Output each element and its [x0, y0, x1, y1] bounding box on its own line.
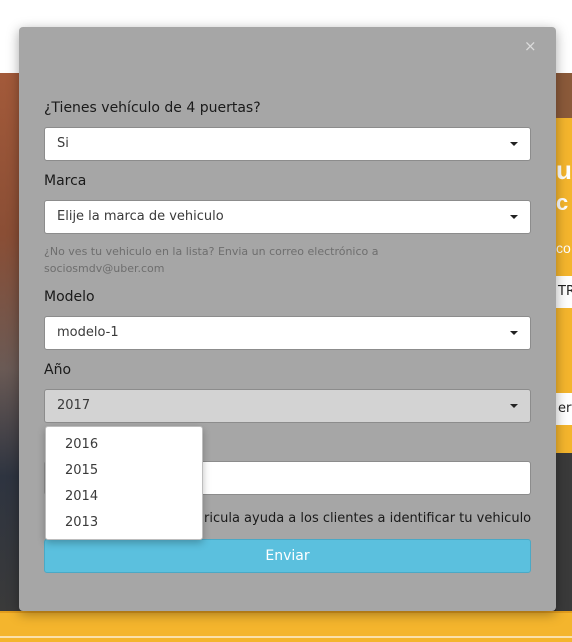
- model-select-value: modelo-1: [57, 325, 119, 340]
- panel-heading-fragment-2: c: [556, 190, 569, 215]
- panel-input-fragment-2[interactable]: ert: [556, 393, 572, 425]
- doors-select[interactable]: Si: [44, 127, 531, 161]
- hero-right-lower: [556, 453, 572, 611]
- hero-right-image: [556, 73, 572, 118]
- caret-down-icon: [510, 404, 518, 408]
- brand-label: Marca: [44, 173, 87, 189]
- caret-down-icon: [510, 215, 518, 219]
- model-label: Modelo: [44, 289, 95, 305]
- help-email-link[interactable]: sociosmdv@uber.com: [44, 262, 164, 275]
- help-message: ¿No ves tu vehiculo en la lista? Envia u…: [44, 245, 379, 258]
- panel-input-fragment-1[interactable]: TR: [556, 276, 572, 308]
- doors-select-value: Si: [57, 136, 69, 151]
- year-option[interactable]: 2016: [46, 432, 202, 458]
- close-button[interactable]: ×: [524, 38, 537, 54]
- submit-button[interactable]: Enviar: [44, 539, 531, 573]
- plate-hint-label: ricula ayuda a los clientes a identifica…: [204, 511, 531, 526]
- panel-text-fragment: co: [556, 240, 571, 256]
- brand-help-text: ¿No ves tu vehiculo en la lista? Envia u…: [44, 243, 444, 277]
- doors-question-label: ¿Tienes vehículo de 4 puertas?: [44, 100, 261, 116]
- brand-select[interactable]: Elije la marca de vehiculo: [44, 200, 531, 234]
- footer-divider: [0, 636, 572, 638]
- year-select[interactable]: 2017: [44, 389, 531, 423]
- caret-down-icon: [510, 142, 518, 146]
- year-select-value: 2017: [57, 398, 91, 413]
- model-select[interactable]: modelo-1: [44, 316, 531, 350]
- panel-heading-fragment-1: u: [556, 155, 572, 185]
- year-option[interactable]: 2014: [46, 484, 202, 510]
- year-dropdown-menu: 2016 2015 2014 2013: [45, 426, 203, 540]
- year-option[interactable]: 2015: [46, 458, 202, 484]
- caret-down-icon: [510, 331, 518, 335]
- year-option[interactable]: 2013: [46, 510, 202, 536]
- brand-select-value: Elije la marca de vehiculo: [57, 209, 224, 224]
- year-label: Año: [44, 362, 72, 378]
